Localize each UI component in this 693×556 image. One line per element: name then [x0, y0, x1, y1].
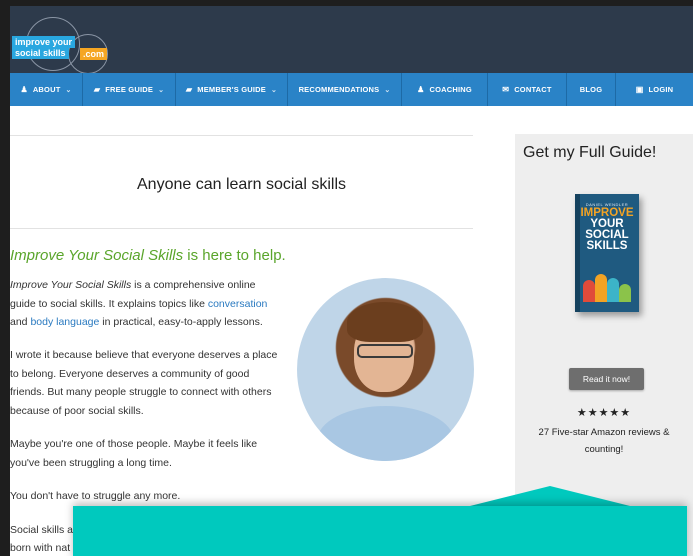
link-conversation[interactable]: conversation [208, 298, 268, 310]
nav-label: CONTACT [514, 85, 552, 94]
envelope-icon: ✉ [502, 85, 510, 94]
nav-login[interactable]: ▣ LOGIN [616, 73, 693, 106]
divider [10, 135, 473, 136]
nav-contact[interactable]: ✉ CONTACT [488, 73, 567, 106]
lock-icon: ▣ [635, 85, 644, 94]
nav-about[interactable]: ♟ ABOUT ⌄ [10, 73, 83, 106]
chevron-down-icon: ⌄ [65, 86, 72, 94]
chevron-down-icon: ⌄ [158, 86, 165, 94]
site-header: improve your social skills .com [10, 6, 693, 74]
paragraph-text: and [10, 316, 31, 328]
book-illustration [583, 270, 631, 302]
book-cover-image[interactable]: DANIEL WENDLER IMPROVE YOUR SOCIAL SKILL… [575, 194, 639, 312]
sidebar-title: Get my Full Guide! [523, 144, 657, 161]
paragraph: Maybe you're one of those people. Maybe … [10, 438, 258, 469]
nav-members-guide[interactable]: ▰ MEMBER'S GUIDE ⌄ [176, 73, 288, 106]
nav-recommendations[interactable]: RECOMMENDATIONS ⌄ [288, 73, 402, 106]
nav-label: LOGIN [648, 85, 674, 94]
author-photo [297, 278, 474, 461]
nav-label: FREE GUIDE [105, 85, 154, 94]
site-logo[interactable]: improve your social skills .com [12, 14, 112, 74]
book-icon: ▰ [93, 85, 101, 94]
book-title: IMPROVE YOUR SOCIAL SKILLS [580, 207, 634, 252]
nav-blog[interactable]: BLOG [567, 73, 616, 106]
paragraph: I wrote it because believe that everyone… [10, 349, 278, 417]
nav-coaching[interactable]: ♟ COACHING [402, 73, 488, 106]
chevron-down-icon: ⌄ [384, 86, 391, 94]
intro-heading: Improve Your Social Skills is here to he… [10, 247, 286, 264]
paragraph: Improve Your Social Skills is a comprehe… [10, 276, 280, 332]
main-nav: ♟ ABOUT ⌄ ▰ FREE GUIDE ⌄ ▰ MEMBER'S GUID… [10, 73, 693, 106]
nav-label: COACHING [429, 85, 472, 94]
nav-label: BLOG [579, 85, 603, 94]
link-body-language[interactable]: body language [30, 316, 99, 328]
logo-text: .com [80, 48, 108, 60]
person-icon: ♟ [20, 85, 28, 94]
browser-viewport: improve your social skills .com ♟ ABOUT … [10, 6, 693, 556]
read-it-now-button[interactable]: Read it now! [569, 368, 644, 390]
page-tagline: Anyone can learn social skills [137, 176, 346, 193]
logo-text: social skills [12, 47, 69, 59]
paragraph: You don't have to struggle any more. [10, 490, 181, 502]
person-icon: ♟ [417, 85, 425, 94]
intro-rest: is here to help. [183, 247, 286, 264]
paragraph-text: in practical, easy-to-apply lessons. [99, 316, 263, 328]
nav-label: MEMBER'S GUIDE [197, 85, 267, 94]
intro-brand: Improve Your Social Skills [10, 247, 184, 264]
chevron-down-icon: ⌄ [271, 86, 278, 94]
brand-text: Improve Your Social Skills [10, 279, 132, 291]
divider [10, 228, 473, 229]
popup-overlay[interactable] [73, 506, 687, 556]
nav-label: ABOUT [32, 85, 61, 94]
nav-free-guide[interactable]: ▰ FREE GUIDE ⌄ [83, 73, 176, 106]
book-icon: ▰ [185, 85, 193, 94]
reviews-text: 27 Five-star Amazon reviews & counting! [538, 427, 670, 455]
rating-stars: ★★★★★ [576, 407, 632, 419]
nav-label: RECOMMENDATIONS [298, 85, 380, 94]
